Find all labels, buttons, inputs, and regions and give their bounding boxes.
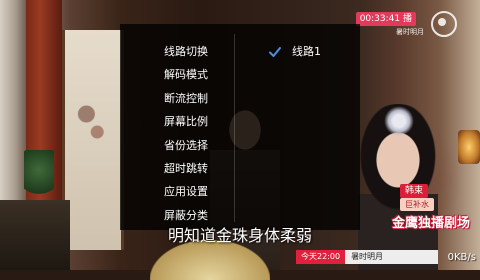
menu-item-app-settings[interactable]: 应用设置 [120, 180, 238, 203]
scene-lantern [458, 130, 480, 164]
settings-category-list: 线路切换 解码模式 断流控制 屏幕比例 省份选择 超时跳转 应用设置 屏蔽分类 [120, 40, 238, 227]
channel-logo-icon [431, 11, 457, 37]
promo-sponsor-tag: 韩束 [400, 184, 429, 198]
schedule-time: 今天22:00 [296, 250, 346, 264]
channel-clock: 00:33:41 播 [355, 12, 416, 26]
clock-time: 00:33:41 [359, 14, 401, 24]
checkmark-icon [269, 46, 281, 57]
menu-item-decode-mode[interactable]: 解码模式 [120, 63, 238, 86]
video-subtitle: 明知道金珠身体柔弱 [167, 226, 312, 245]
menu-item-province[interactable]: 省份选择 [120, 134, 238, 157]
menu-item-aspect-ratio[interactable]: 屏幕比例 [120, 110, 238, 133]
scene-screen-painting [72, 90, 108, 150]
scene-headpiece [384, 106, 414, 136]
promo-sponsor-slogan: 巨补水 [400, 198, 434, 211]
option-label: 线路1 [292, 45, 321, 58]
schedule-show: 暑时明月 [345, 250, 438, 264]
menu-divider [234, 34, 235, 222]
network-speed: 0KB/s [447, 252, 476, 263]
settings-option-list: 线路1 [268, 40, 321, 63]
scene-plant [24, 150, 54, 200]
option-line-1[interactable]: 线路1 [268, 40, 321, 63]
clock-suffix: 播 [402, 14, 412, 24]
menu-item-line-switch[interactable]: 线路切换 [120, 40, 238, 63]
scene-fan [150, 240, 270, 280]
channel-program-name: 暑时明月 [396, 28, 424, 36]
schedule-bar: 今天22:00 暑时明月 [296, 250, 438, 264]
menu-item-timeout-jump[interactable]: 超时跳转 [120, 157, 238, 180]
settings-menu: 线路切换 解码模式 断流控制 屏幕比例 省份选择 超时跳转 应用设置 屏蔽分类 … [120, 24, 360, 230]
menu-item-stream-control[interactable]: 断流控制 [120, 87, 238, 110]
